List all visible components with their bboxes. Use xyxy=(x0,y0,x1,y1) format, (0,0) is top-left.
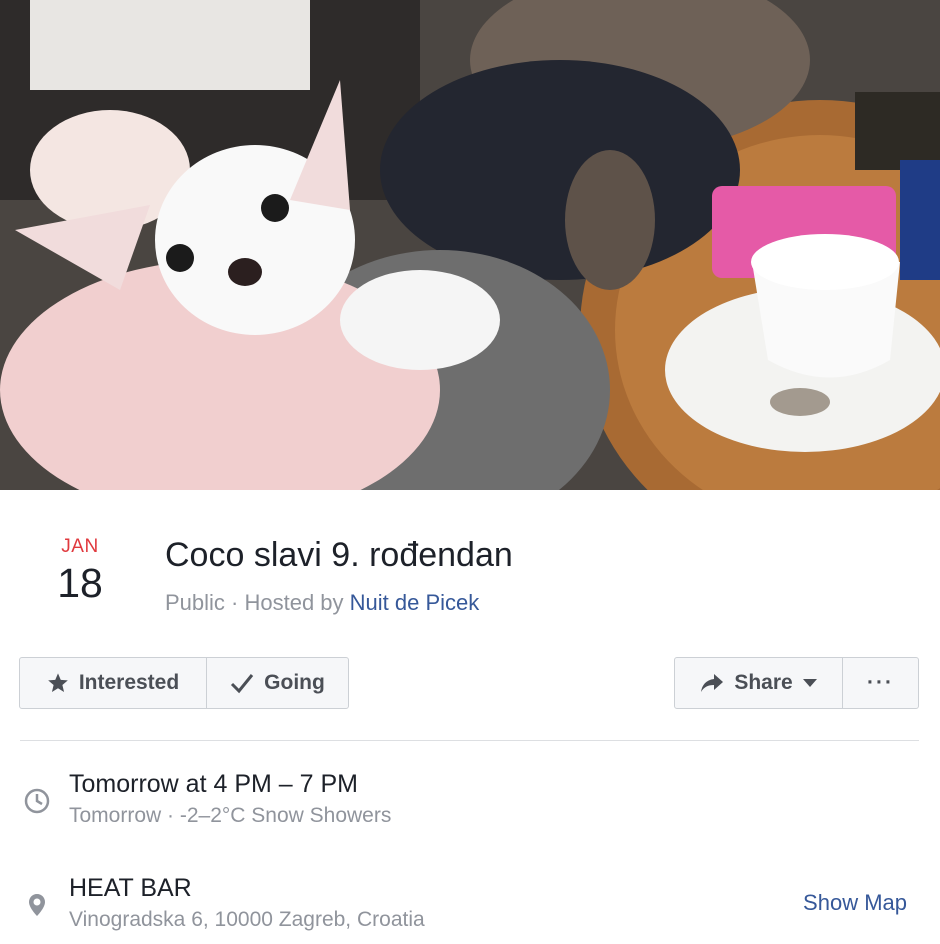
event-meta: Public · Hosted by Nuit de Picek xyxy=(165,590,479,616)
event-weather: Tomorrow · -2–2°C Snow Showers xyxy=(69,804,392,827)
location-pin-icon xyxy=(29,894,45,916)
event-visibility: Public xyxy=(165,590,225,615)
venue-name[interactable]: HEAT BAR xyxy=(69,874,192,903)
event-title: Coco slavi 9. rođendan xyxy=(165,536,513,574)
hosted-by-label: · Hosted by xyxy=(231,590,344,615)
going-button[interactable]: Going xyxy=(206,658,348,708)
interested-button[interactable]: Interested xyxy=(20,658,206,708)
event-time: Tomorrow at 4 PM – 7 PM xyxy=(69,770,358,798)
rsvp-button-group: Interested Going xyxy=(19,657,349,709)
interested-label: Interested xyxy=(78,671,180,694)
event-date: JAN 18 xyxy=(20,536,140,604)
share-button[interactable]: Share xyxy=(675,658,842,708)
chevron-down-icon xyxy=(802,679,817,687)
star-icon xyxy=(48,673,68,692)
check-icon xyxy=(231,674,254,694)
venue-address: Vinogradska 6, 10000 Zagreb, Croatia xyxy=(69,908,425,931)
host-link[interactable]: Nuit de Picek xyxy=(350,590,480,615)
clock-icon xyxy=(24,788,50,814)
share-arrow-icon xyxy=(701,674,724,692)
share-button-group: Share ··· xyxy=(674,657,919,709)
going-label: Going xyxy=(264,671,325,694)
event-month: JAN xyxy=(61,536,99,557)
show-map-link[interactable]: Show Map xyxy=(803,890,907,916)
cover-photo-image xyxy=(0,0,940,490)
share-label: Share xyxy=(734,671,793,694)
event-cover-photo[interactable] xyxy=(0,0,940,490)
more-options-button[interactable]: ··· xyxy=(842,658,918,708)
section-divider xyxy=(20,740,919,741)
event-day: 18 xyxy=(57,560,103,606)
